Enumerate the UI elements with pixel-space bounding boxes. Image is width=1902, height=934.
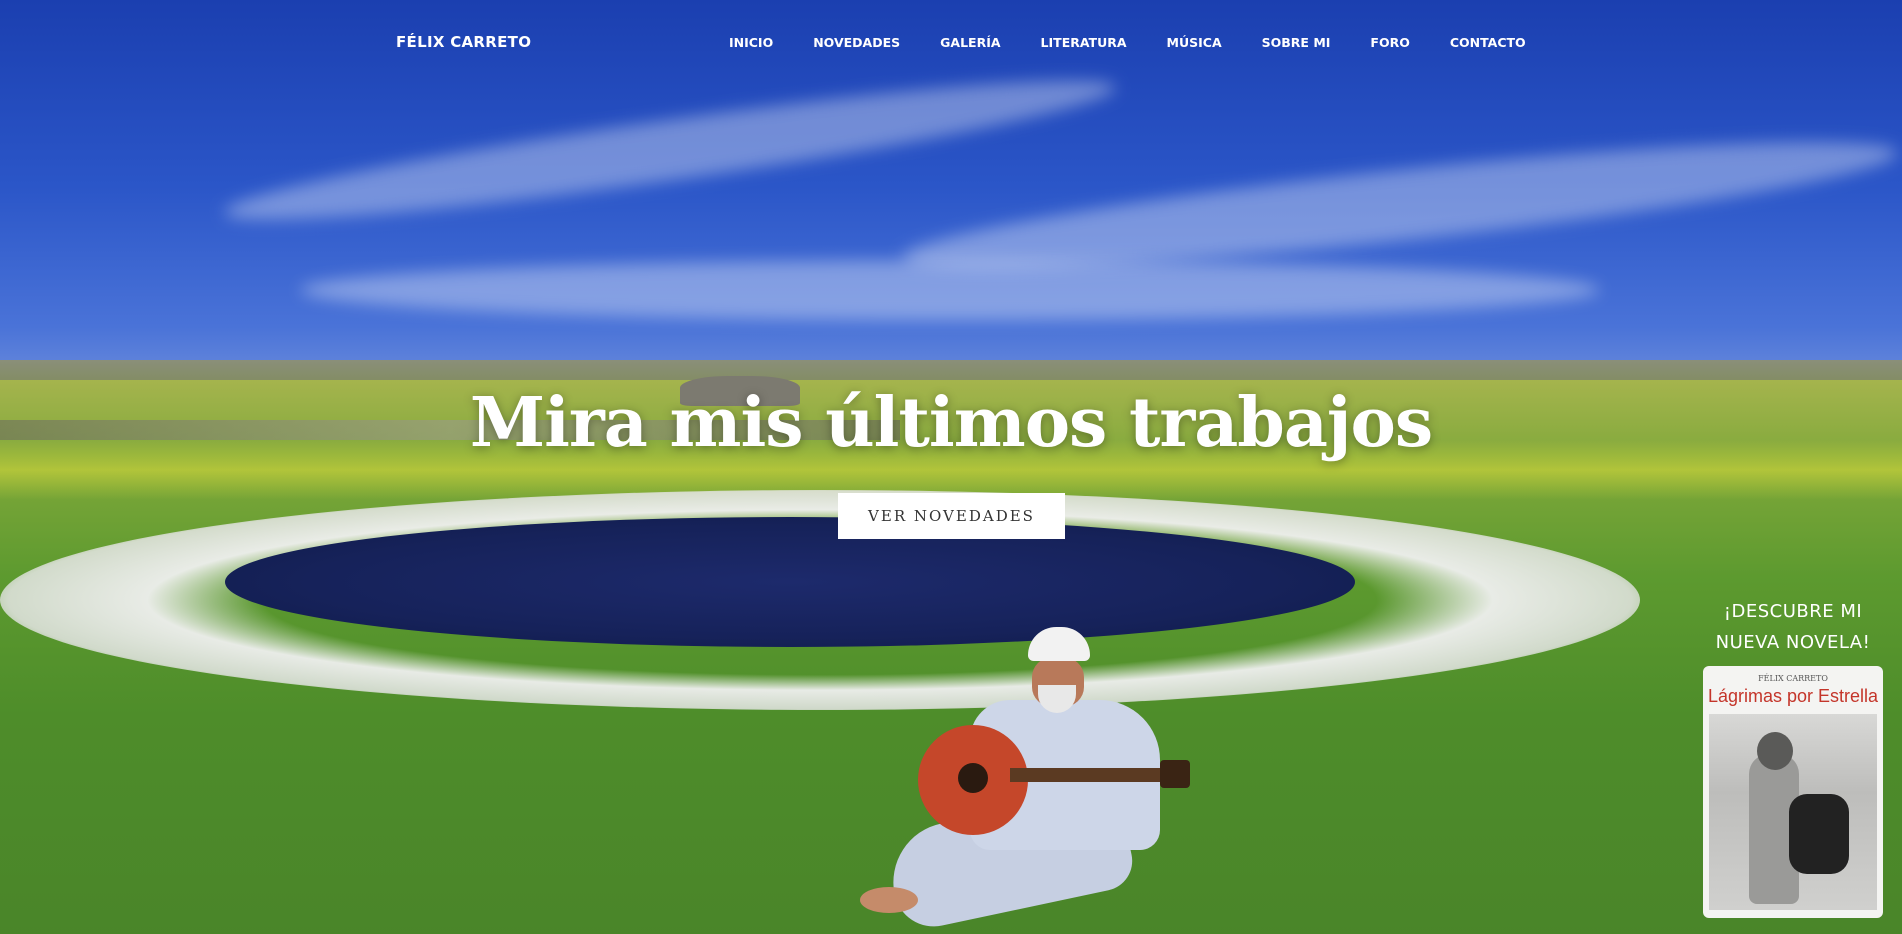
nav-item-contacto[interactable]: CONTACTO xyxy=(1450,35,1526,50)
nav-item-foro[interactable]: FORO xyxy=(1370,35,1409,50)
ver-novedades-button[interactable]: VER NOVEDADES xyxy=(838,493,1065,539)
nav-item-novedades[interactable]: NOVEDADES xyxy=(813,35,900,50)
main-menu: INICIO NOVEDADES GALERÍA LITERATURA MÚSI… xyxy=(729,35,1566,50)
site-logo-link[interactable]: FÉLIX CARRETO xyxy=(396,33,531,51)
girl-head xyxy=(1757,732,1793,770)
novel-cover-link[interactable]: FÉLIX CARRETO Lágrimas por Estrella xyxy=(1703,666,1883,918)
book-title: Lágrimas por Estrella xyxy=(1707,686,1879,706)
goat-figure xyxy=(1789,794,1849,874)
promo-line-1: ¡DESCUBRE MI xyxy=(1723,601,1863,622)
book-cover-photo xyxy=(1709,714,1877,910)
guitar-soundhole xyxy=(958,763,988,793)
guitar-neck xyxy=(1010,768,1170,782)
guitar-headstock xyxy=(1160,760,1190,788)
foot xyxy=(860,887,918,913)
nav-item-literatura[interactable]: LITERATURA xyxy=(1041,35,1127,50)
hero-background-image xyxy=(0,0,1902,934)
nav-item-galeria[interactable]: GALERÍA xyxy=(940,35,1000,50)
hero-headline: Mira mis últimos trabajos xyxy=(469,383,1433,463)
cloud-streak xyxy=(300,260,1600,320)
promo-line-2: NUEVA NOVELA! xyxy=(1715,632,1871,653)
guitarist-figure xyxy=(860,625,1190,934)
book-author: FÉLIX CARRETO xyxy=(1758,674,1828,683)
top-navigation: FÉLIX CARRETO INICIO NOVEDADES GALERÍA L… xyxy=(0,0,1902,88)
nav-item-inicio[interactable]: INICIO xyxy=(729,35,773,50)
nav-item-sobre-mi[interactable]: SOBRE MI xyxy=(1262,35,1331,50)
pond xyxy=(225,517,1355,647)
nav-item-musica[interactable]: MÚSICA xyxy=(1167,35,1222,50)
cap xyxy=(1028,627,1090,661)
novel-promo-text: ¡DESCUBRE MI NUEVA NOVELA! xyxy=(1700,596,1886,658)
